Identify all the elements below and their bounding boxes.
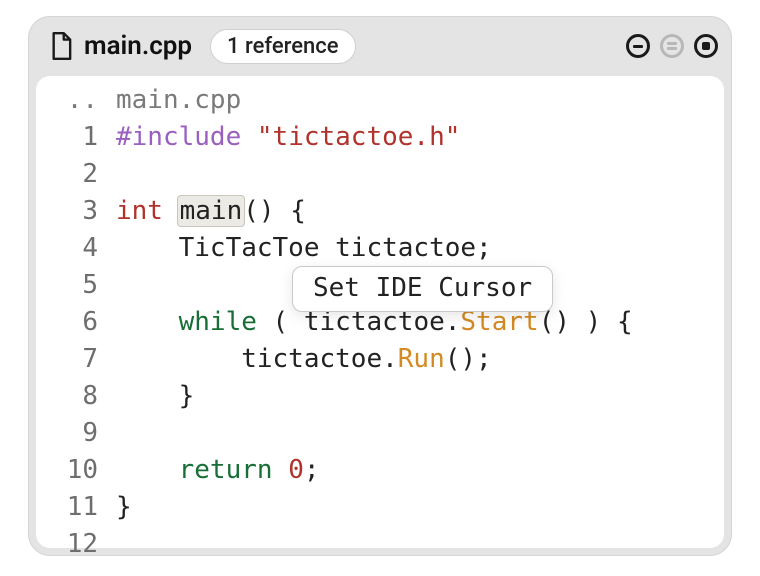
maximize-button[interactable] [694,34,718,58]
maximize-icon [702,42,710,50]
line-content: #include "tictactoe.h" [116,119,460,156]
token: (); [445,344,492,374]
context-menu[interactable]: Set IDE Cursor [292,266,553,312]
token: ; [304,455,320,485]
breadcrumb-file: main.cpp [116,82,241,119]
window-controls [626,34,718,58]
token: return [179,455,273,485]
token [116,307,179,337]
code-line[interactable]: 8 } [36,378,724,415]
token: "tictactoe.h" [257,122,461,152]
line-number: 10 [36,452,116,489]
code-block: .. main.cpp 1#include "tictactoe.h"23int… [36,76,724,563]
editor-panel: main.cpp 1 reference .. main.cpp 1#inclu… [28,16,732,556]
symbol-highlight: main [177,195,246,227]
code-line[interactable]: 4 TicTacToe tictactoe; [36,230,724,267]
line-content: tictactoe.Run(); [116,341,492,378]
breadcrumb[interactable]: .. main.cpp [36,82,724,119]
token: int [116,196,163,226]
line-number: 8 [36,378,116,415]
token: #include [116,122,257,152]
token: } [116,381,194,411]
code-area[interactable]: .. main.cpp 1#include "tictactoe.h"23int… [36,76,724,548]
secondary-window-icon [667,42,677,50]
line-content: return 0; [116,452,320,489]
code-line[interactable]: 1#include "tictactoe.h" [36,119,724,156]
titlebar: main.cpp 1 reference [28,16,732,76]
minimize-button[interactable] [626,34,650,58]
line-content: TicTacToe tictactoe; [116,230,492,267]
line-number: 3 [36,193,116,230]
context-menu-item-set-ide-cursor[interactable]: Set IDE Cursor [313,273,532,303]
references-pill[interactable]: 1 reference [210,29,356,64]
line-content: } [116,378,194,415]
line-number: 6 [36,304,116,341]
code-line[interactable]: 9 [36,415,724,452]
token: 0 [288,455,304,485]
code-line[interactable]: 2 [36,156,724,193]
code-line[interactable]: 11} [36,489,724,526]
line-number: 7 [36,341,116,378]
line-number: 12 [36,526,116,563]
code-line[interactable]: 12 [36,526,724,563]
token [273,455,289,485]
breadcrumb-prefix: .. [36,82,116,119]
token [116,455,179,485]
code-line[interactable]: 3int main() { [36,193,724,230]
token: while [179,307,257,337]
code-line[interactable]: 10 return 0; [36,452,724,489]
code-line[interactable]: 7 tictactoe.Run(); [36,341,724,378]
file-name: main.cpp [84,31,192,61]
file-icon [50,32,72,60]
line-number: 2 [36,156,116,193]
line-number: 11 [36,489,116,526]
line-number: 4 [36,230,116,267]
token: () { [243,196,306,226]
token: Run [398,344,445,374]
token: } [116,492,132,522]
line-content: int main() { [116,193,306,230]
token: tictactoe. [116,344,398,374]
line-content: } [116,489,132,526]
minimize-icon [633,45,643,48]
line-number: 5 [36,267,116,304]
token: TicTacToe tictactoe; [116,233,492,263]
secondary-window-button[interactable] [660,34,684,58]
token: () ) { [539,307,633,337]
line-number: 1 [36,119,116,156]
line-number: 9 [36,415,116,452]
